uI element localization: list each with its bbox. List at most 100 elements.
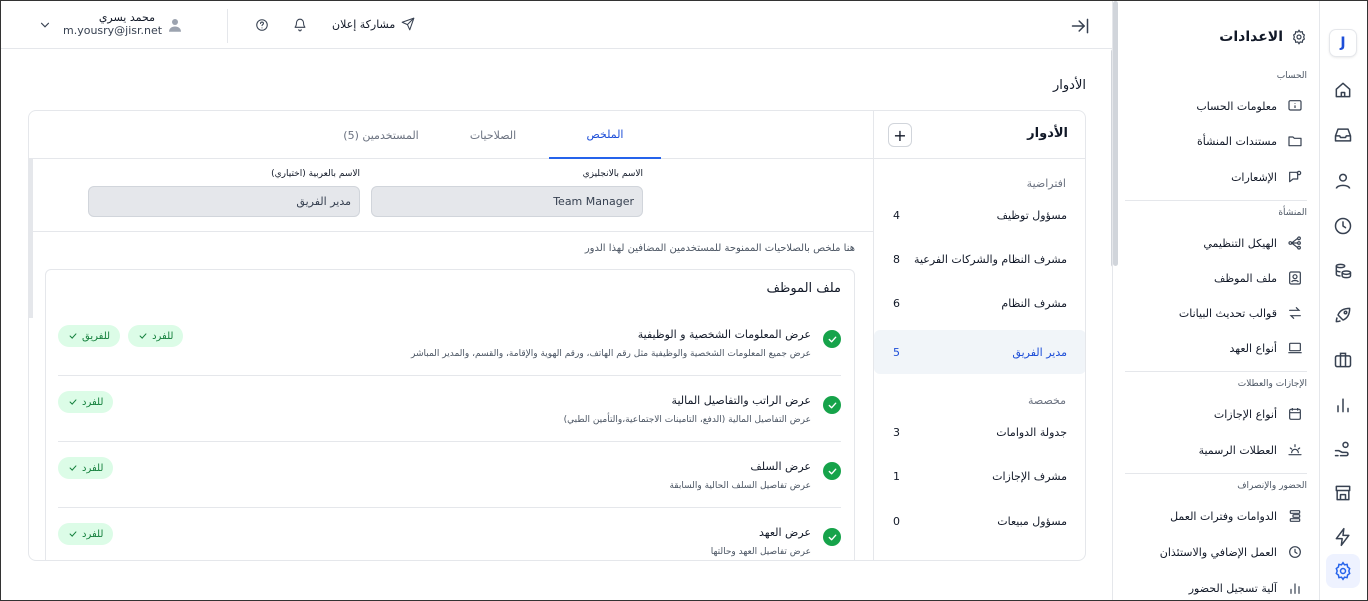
settings-item-custody-types[interactable]: أنواع العهد	[1230, 340, 1303, 356]
section-account-label: الحساب	[1276, 71, 1307, 81]
settings-sidebar: الاعدادات الحساب معلومات الحساب مستندات …	[1112, 1, 1321, 600]
role-item[interactable]: جدولة الدوامات 3	[874, 410, 1085, 454]
user-avatar-icon[interactable]	[166, 16, 184, 34]
section-attendance-label: الحضور والإنصراف	[1237, 481, 1307, 491]
role-details-pane: الملخص الصلاحيات المستخدمين (5) الاسم با…	[29, 111, 873, 560]
settings-item-label: الهيكل التنظيمي	[1203, 236, 1277, 250]
settings-item-label: ملف الموظف	[1213, 271, 1277, 285]
settings-item-account-info[interactable]: معلومات الحساب	[1196, 98, 1303, 114]
check-circle-icon	[823, 528, 841, 546]
send-icon	[401, 17, 415, 31]
scope-badge-label: للفرد	[82, 462, 104, 474]
clock-plus-icon	[1287, 544, 1303, 560]
check-icon	[69, 465, 77, 471]
coins-icon[interactable]	[1333, 261, 1353, 281]
role-item[interactable]: مسؤول توظيف 4	[874, 193, 1085, 237]
role-user-count: 0	[893, 514, 900, 528]
settings-scrollbar[interactable]	[1113, 1, 1118, 266]
chat-bell-icon	[1287, 169, 1303, 185]
role-item[interactable]: مشرف الإجازات 1	[874, 454, 1085, 498]
top-bar: مشاركة إعلان محمد يسري m.yousry@jisr.net	[1, 1, 1112, 49]
help-icon[interactable]	[255, 18, 269, 32]
scope-badge: للفرد	[128, 325, 184, 347]
arabic-name-field[interactable]: مدير الفريق	[88, 186, 360, 217]
tab-summary[interactable]: الملخص	[549, 111, 661, 159]
role-user-count: 8	[893, 252, 900, 266]
scope-badge: للفرد	[58, 523, 114, 545]
settings-item-attendance-method[interactable]: آلية تسجيل الحضور	[1189, 580, 1303, 596]
check-circle-icon	[823, 462, 841, 480]
briefcase-icon[interactable]	[1333, 350, 1353, 370]
bell-icon[interactable]	[293, 18, 307, 32]
check-icon	[69, 399, 77, 405]
share-announcement-button[interactable]: مشاركة إعلان	[332, 17, 415, 31]
english-name-label: الاسم بالانجليزي	[582, 169, 643, 179]
role-item-selected[interactable]: مدير الفريق 5	[874, 330, 1085, 374]
scope-badges: للفرد	[58, 457, 114, 479]
settings-item-notifications[interactable]: الإشعارات	[1231, 169, 1303, 185]
scope-badges: للفرد	[58, 391, 114, 413]
scope-badge-label: للفرد	[152, 330, 174, 342]
scope-badge: للفرد	[58, 391, 114, 413]
settings-item-leave-types[interactable]: أنواع الإجازات	[1214, 406, 1303, 422]
role-item[interactable]: مشرف النظام 6	[874, 281, 1085, 325]
tab-users[interactable]: المستخدمين (5)	[325, 111, 437, 159]
settings-item-label: قوالب تحديث البيانات	[1178, 306, 1277, 320]
permission-title: عرض الراتب والتفاصيل المالية	[671, 394, 811, 407]
inbox-icon[interactable]	[1333, 125, 1353, 145]
pane-scrollbar[interactable]	[29, 158, 33, 318]
scope-badge-label: للفرد	[82, 396, 104, 408]
check-icon	[69, 333, 77, 339]
home-icon[interactable]	[1333, 80, 1353, 100]
settings-item-shifts[interactable]: الدوامات وفترات العمل	[1170, 508, 1303, 524]
app-logo[interactable]: J	[1330, 30, 1356, 56]
user-icon[interactable]	[1333, 171, 1353, 191]
check-icon	[69, 531, 77, 537]
permission-group-card: ملف الموظف عرض المعلومات الشخصية و الوظي…	[45, 269, 855, 560]
rocket-icon[interactable]	[1333, 305, 1353, 325]
roles-header-divider	[874, 158, 1085, 159]
settings-item-overtime[interactable]: العمل الإضافي والاستئذان	[1160, 544, 1303, 560]
settings-item-org-structure[interactable]: الهيكل التنظيمي	[1203, 235, 1303, 251]
english-name-field[interactable]: Team Manager	[371, 186, 643, 217]
store-icon[interactable]	[1333, 483, 1353, 503]
scope-badges: للفرد	[58, 523, 114, 545]
roles-group-custom-label: مخصصة	[1028, 394, 1066, 407]
settings-title: الاعدادات	[1219, 29, 1283, 45]
role-name: مسؤول مبيعات	[997, 514, 1067, 528]
laptop-icon	[1287, 340, 1303, 356]
clock-icon[interactable]	[1333, 216, 1353, 236]
collapse-sidebar-icon[interactable]	[1070, 16, 1090, 36]
arrows-swap-icon	[1287, 305, 1303, 321]
arabic-name-label: الاسم بالعربية (اختياري)	[271, 169, 360, 179]
lightning-icon[interactable]	[1333, 527, 1353, 547]
role-item[interactable]: مشرف النظام والشركات الفرعية 8	[874, 237, 1085, 281]
settings-item-label: آلية تسجيل الحضور	[1188, 581, 1277, 595]
chevron-down-icon[interactable]	[38, 18, 52, 32]
settings-item-employee-file[interactable]: ملف الموظف	[1214, 270, 1303, 286]
settings-divider	[1125, 473, 1307, 474]
settings-gear-icon[interactable]	[1333, 561, 1353, 581]
section-leaves-label: الإجازات والعطلات	[1237, 379, 1307, 389]
settings-item-label: مستندات المنشأة	[1196, 134, 1277, 148]
roles-group-default-label: افتراضية	[1026, 177, 1066, 190]
tab-permissions[interactable]: الصلاحيات	[437, 111, 549, 159]
add-role-button[interactable]: +	[888, 123, 912, 147]
settings-item-label: العطلات الرسمية	[1198, 443, 1277, 457]
role-tabs: الملخص الصلاحيات المستخدمين (5)	[29, 111, 873, 159]
role-item[interactable]: مسؤول مبيعات 0	[874, 499, 1085, 543]
settings-item-label: أنواع العهد	[1229, 341, 1277, 355]
topbar-divider	[227, 9, 228, 43]
settings-item-company-documents[interactable]: مستندات المنشأة	[1197, 133, 1303, 149]
user-email: m.yousry@jisr.net	[63, 24, 163, 37]
settings-item-data-update-templates[interactable]: قوالب تحديث البيانات	[1179, 305, 1303, 321]
settings-item-public-holidays[interactable]: العطلات الرسمية	[1199, 442, 1303, 458]
hand-coin-icon[interactable]	[1333, 439, 1353, 459]
role-user-count: 5	[893, 345, 900, 359]
role-name: جدولة الدوامات	[996, 425, 1067, 439]
analytics-icon[interactable]	[1333, 395, 1353, 415]
scope-badge-label: للفريق	[82, 330, 111, 342]
app-window: مشاركة إعلان محمد يسري m.yousry@jisr.net…	[0, 0, 1368, 601]
role-name: مشرف النظام	[1001, 296, 1067, 310]
scope-badge: للفرد	[58, 457, 114, 479]
